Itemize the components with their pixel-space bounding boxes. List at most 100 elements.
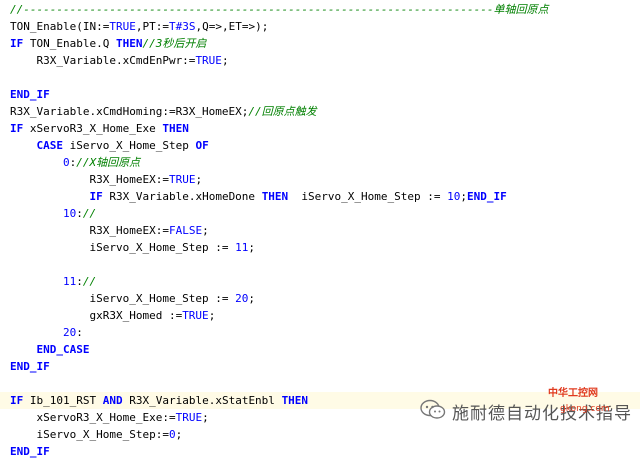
code-line[interactable]: END_IF	[0, 443, 640, 460]
code-token: R3X_Variable.xCmdEnPwr:=	[10, 54, 196, 67]
code-token: 10	[447, 190, 461, 203]
code-token: ;	[175, 428, 183, 441]
code-token: :	[76, 207, 83, 220]
code-token: TON_Enable.Q	[23, 37, 116, 50]
code-line[interactable]: R3X_HomeEX:=FALSE;	[0, 222, 640, 239]
code-token: TON_Enable(IN:=	[10, 20, 110, 33]
code-line[interactable]: R3X_Variable.xCmdEnPwr:=TRUE;	[0, 52, 640, 69]
code-token: R3X_Variable.xStatEnbl	[122, 394, 282, 407]
code-token: R3X_HomeEX:=	[10, 224, 169, 237]
code-line[interactable]: iServo_X_Home_Step:=0;	[0, 426, 640, 443]
code-token: 0	[168, 428, 176, 441]
code-token: iServo_X_Home_Step:=	[10, 428, 169, 441]
code-token: THEN	[115, 37, 143, 50]
code-token: END_IF	[10, 445, 50, 458]
code-token: 10	[62, 207, 77, 220]
code-token: //	[82, 275, 97, 288]
brand-url: gkong.com	[560, 404, 610, 414]
code-token: TRUE	[109, 20, 136, 33]
code-line[interactable]	[0, 375, 640, 392]
code-line[interactable]: IF R3X_Variable.xHomeDone THEN iServo_X_…	[0, 188, 640, 205]
code-token: FALSE	[168, 224, 203, 237]
code-token: END_CASE	[36, 343, 90, 356]
code-token: R3X_Variable.xCmdHoming:=R3X_HomeEX;	[10, 105, 249, 118]
code-line[interactable]: IF TON_Enable.Q THEN//3秒后开启	[0, 35, 640, 52]
code-token: 0	[62, 156, 70, 169]
code-token: //3秒后开启	[142, 37, 207, 50]
code-token: THEN	[261, 190, 289, 203]
code-token: IF	[10, 394, 24, 407]
code-token: TRUE	[182, 309, 209, 322]
code-token: ;	[202, 411, 209, 424]
code-token: END_IF	[10, 360, 50, 373]
code-token: IF	[10, 122, 24, 135]
code-line[interactable]: END_IF	[0, 86, 640, 103]
code-token: iServo_X_Home_Step	[63, 139, 196, 152]
code-token: ;	[202, 224, 209, 237]
code-line[interactable]: //--------------------------------------…	[0, 1, 640, 18]
code-token: 单轴回原点	[493, 3, 549, 16]
code-token: iServo_X_Home_Step :=	[10, 241, 236, 254]
code-token: IF	[10, 37, 24, 50]
code-token: ,PT:=	[135, 20, 169, 33]
code-token: IF	[89, 190, 103, 203]
code-line[interactable]	[0, 256, 640, 273]
code-token: TRUE	[195, 54, 222, 67]
code-token: :	[76, 275, 83, 288]
code-token: ;	[248, 241, 256, 254]
code-token: 11	[62, 275, 77, 288]
code-token: ;	[221, 54, 229, 67]
code-token: //X轴回原点	[76, 156, 141, 169]
code-token: ;	[248, 292, 256, 305]
code-line[interactable]: 10://	[0, 205, 640, 222]
code-token: ,Q=>,ET=>);	[195, 20, 269, 33]
code-line[interactable]: 20:	[0, 324, 640, 341]
code-line[interactable]: END_IF	[0, 358, 640, 375]
code-token: R3X_Variable.xHomeDone	[102, 190, 262, 203]
code-editor[interactable]: //--------------------------------------…	[0, 0, 640, 458]
code-line[interactable]: iServo_X_Home_Step := 20;	[0, 290, 640, 307]
code-line[interactable]: IF xServoR3_X_Home_Exe THEN	[0, 120, 640, 137]
code-token: OF	[195, 139, 209, 152]
code-token: END_IF	[10, 88, 50, 101]
code-token: TRUE	[168, 173, 196, 186]
code-token: T#3S	[168, 20, 196, 33]
code-token: gxR3X_Homed :=	[10, 309, 183, 322]
code-token: THEN	[281, 394, 309, 407]
code-token: END_IF	[467, 190, 507, 203]
code-token: ;	[195, 173, 203, 186]
code-line[interactable]: gxR3X_Homed :=TRUE;	[0, 307, 640, 324]
code-token: 20	[235, 292, 249, 305]
code-token: iServo_X_Home_Step :=	[288, 190, 448, 203]
code-line[interactable]: R3X_Variable.xCmdHoming:=R3X_HomeEX;//回原…	[0, 103, 640, 120]
code-line[interactable]: iServo_X_Home_Step := 11;	[0, 239, 640, 256]
code-token: //	[82, 207, 97, 220]
code-line[interactable]: CASE iServo_X_Home_Step OF	[0, 137, 640, 154]
code-token: iServo_X_Home_Step :=	[10, 292, 236, 305]
code-line[interactable]: 11://	[0, 273, 640, 290]
code-line[interactable]: TON_Enable(IN:=TRUE,PT:=T#3S,Q=>,ET=>);	[0, 18, 640, 35]
code-token: //回原点触发	[248, 105, 317, 118]
code-token: 11	[235, 241, 249, 254]
code-token: :	[76, 326, 83, 339]
code-token: xServoR3_X_Home_Exe:=	[10, 411, 176, 424]
code-token: ;	[208, 309, 216, 322]
code-line[interactable]	[0, 69, 640, 86]
code-line[interactable]: 0://X轴回原点	[0, 154, 640, 171]
code-token: xServoR3_X_Home_Exe	[23, 122, 163, 135]
code-token: Ib_101_RST	[23, 394, 103, 407]
code-line[interactable]: R3X_HomeEX:=TRUE;	[0, 171, 640, 188]
code-token: CASE	[36, 139, 64, 152]
code-token: THEN	[162, 122, 189, 135]
brand-logo-text: 中华工控网	[548, 388, 598, 399]
code-token: AND	[102, 394, 123, 407]
code-token: R3X_HomeEX:=	[10, 173, 169, 186]
code-line[interactable]: END_CASE	[0, 341, 640, 358]
code-token: TRUE	[175, 411, 203, 424]
